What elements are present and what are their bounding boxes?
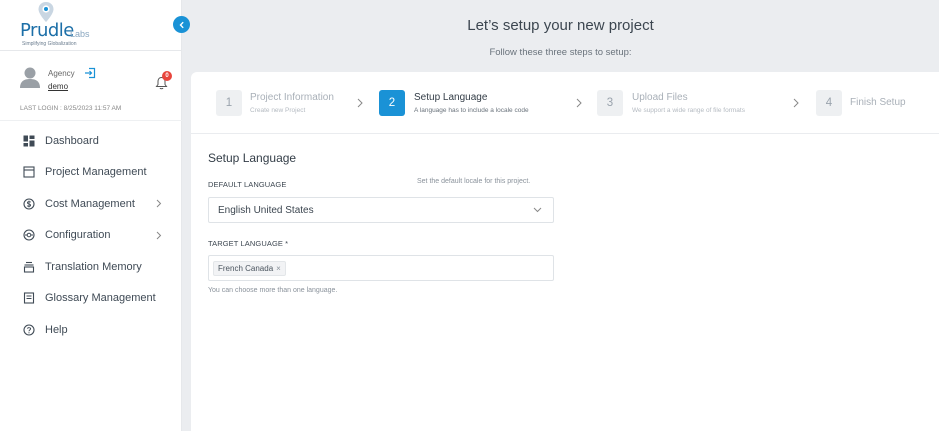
sidebar-item-cost-management[interactable]: Cost Management: [0, 188, 182, 220]
step-3-description: We support a wide range of file formats: [632, 107, 745, 114]
default-language-hint: Set the default locale for this project.: [417, 178, 531, 185]
user-panel: Agency demo 0: [20, 66, 172, 100]
sidebar-nav: Dashboard Project Management Cost Manage…: [0, 125, 182, 346]
chevron-right-icon: [357, 98, 363, 108]
step-2-title[interactable]: Setup Language: [414, 92, 487, 103]
step-4-number[interactable]: 4: [816, 90, 842, 116]
chevron-right-icon: [576, 98, 582, 108]
translation-memory-icon: [23, 261, 35, 273]
brand-suffix: Labs: [70, 29, 90, 39]
sidebar-item-configuration[interactable]: Configuration: [0, 220, 182, 252]
sidebar-item-label: Project Management: [45, 166, 147, 179]
default-language-label: DEFAULT LANGUAGE: [208, 180, 287, 189]
step-2-description: A language has to include a locale code: [414, 107, 529, 114]
step-3-title[interactable]: Upload Files: [632, 92, 688, 103]
step-3-number[interactable]: 3: [597, 90, 623, 116]
user-name-link[interactable]: demo: [48, 82, 68, 91]
default-language-select[interactable]: English United States: [208, 197, 554, 223]
step-1-number[interactable]: 1: [216, 90, 242, 116]
target-language-multiselect[interactable]: French Canada ×: [208, 255, 554, 281]
avatar-icon[interactable]: [20, 66, 40, 88]
sidebar-item-dashboard[interactable]: Dashboard: [0, 125, 182, 157]
project-icon: [23, 166, 35, 178]
brand-tagline: Simplifying Globalization: [22, 41, 77, 47]
brand-name: Prudle: [20, 20, 74, 41]
configuration-icon: [23, 229, 35, 241]
step-4-title[interactable]: Finish Setup: [850, 97, 906, 108]
sidebar-item-label: Cost Management: [45, 197, 135, 210]
last-login-text: LAST LOGIN : 8/25/2023 11:57 AM: [20, 105, 122, 112]
language-tag-label: French Canada: [218, 263, 274, 273]
sidebar: Prudle Labs Simplifying Globalization Ag…: [0, 0, 182, 431]
divider: [0, 50, 182, 51]
chevron-left-icon: [179, 21, 184, 28]
cost-icon: [23, 198, 35, 210]
stepper: 1 Project Information Create new Project…: [191, 72, 939, 134]
step-1-description: Create new Project: [250, 107, 306, 114]
chevron-right-icon: [156, 231, 162, 239]
help-icon: [23, 324, 35, 336]
step-2-number[interactable]: 2: [379, 90, 405, 116]
sidebar-item-glossary-management[interactable]: Glossary Management: [0, 283, 182, 315]
dashboard-icon: [23, 135, 35, 147]
target-language-help: You can choose more than one language.: [208, 287, 338, 294]
target-language-label: TARGET LANGUAGE *: [208, 239, 289, 248]
user-role: Agency: [48, 69, 75, 78]
chevron-right-icon: [156, 199, 162, 208]
sidebar-item-label: Dashboard: [45, 134, 99, 147]
sidebar-item-translation-memory[interactable]: Translation Memory: [0, 251, 182, 283]
language-tag: French Canada ×: [213, 260, 286, 276]
divider: [0, 120, 182, 121]
setup-card: 1 Project Information Create new Project…: [191, 72, 939, 431]
step-1-title[interactable]: Project Information: [250, 92, 334, 103]
location-pin-icon: [38, 2, 54, 22]
chevron-down-icon: [533, 207, 542, 213]
sidebar-item-label: Help: [45, 323, 68, 336]
default-language-value: English United States: [218, 204, 314, 216]
chevron-right-icon: [793, 98, 799, 108]
page-title: Let’s setup your new project: [467, 17, 654, 34]
notification-badge: 0: [162, 71, 172, 81]
sidebar-item-label: Glossary Management: [45, 292, 156, 305]
collapse-sidebar-button[interactable]: [173, 16, 190, 33]
sidebar-item-help[interactable]: Help: [0, 314, 182, 346]
page-subtitle: Follow these three steps to setup:: [489, 47, 632, 58]
switch-account-icon[interactable]: [84, 67, 96, 79]
section-title: Setup Language: [208, 151, 297, 165]
remove-tag-icon[interactable]: ×: [276, 264, 281, 273]
sidebar-item-project-management[interactable]: Project Management: [0, 157, 182, 189]
sidebar-item-label: Translation Memory: [45, 260, 142, 273]
sidebar-item-label: Configuration: [45, 229, 111, 242]
brand-logo[interactable]: Prudle Labs Simplifying Globalization: [20, 2, 100, 47]
glossary-icon: [23, 292, 35, 304]
